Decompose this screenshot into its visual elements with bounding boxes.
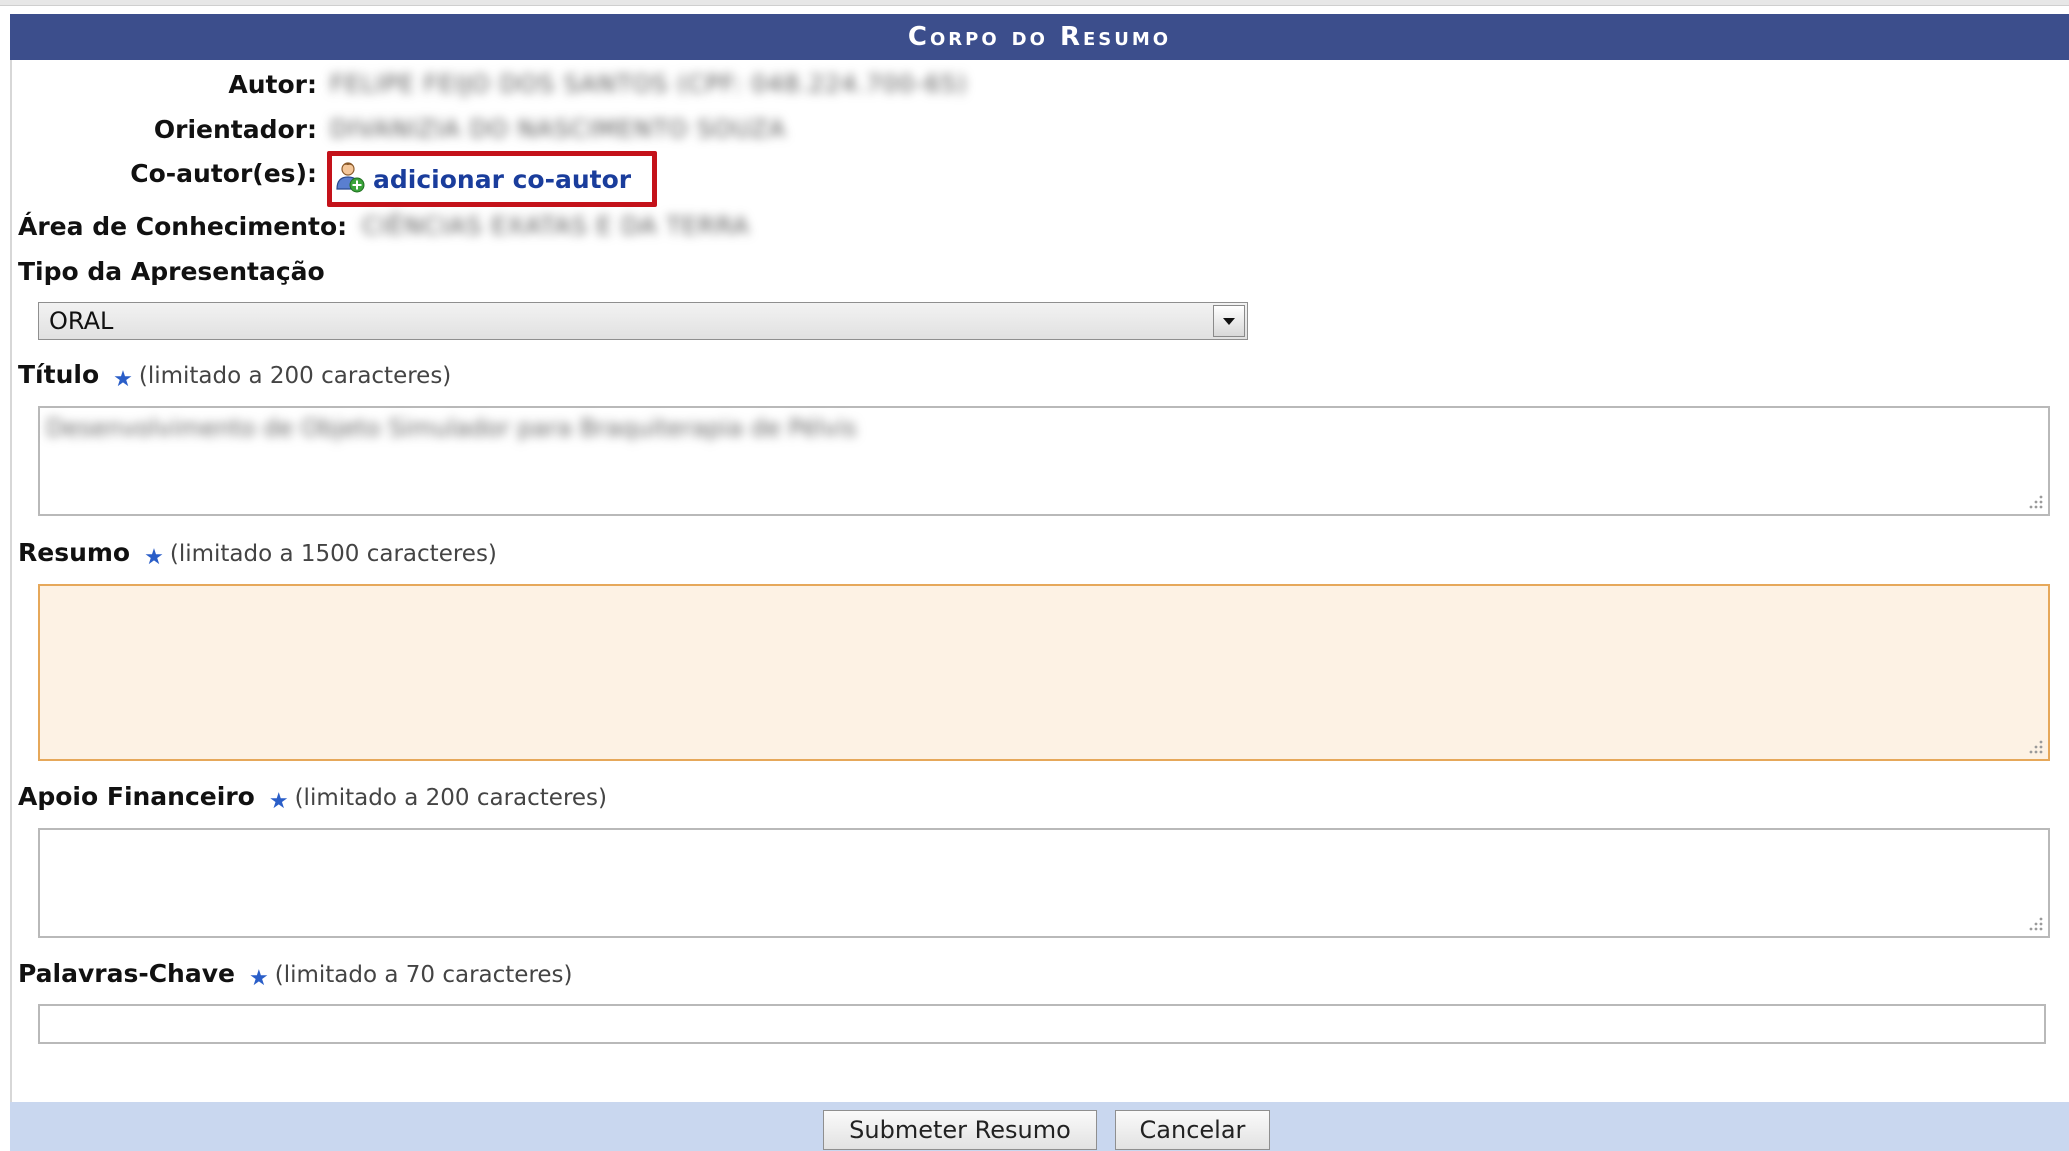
apoio-label: Apoio Financeiro xyxy=(18,782,255,811)
resize-grip-icon[interactable] xyxy=(2026,914,2044,932)
resize-grip-icon[interactable] xyxy=(2026,737,2044,755)
tipo-selected-value: ORAL xyxy=(49,307,114,335)
resumo-label: Resumo xyxy=(18,538,131,567)
tipo-label: Tipo da Apresentação xyxy=(18,257,325,286)
titulo-textarea[interactable]: Desenvolvimento de Objeto Simulador para… xyxy=(38,406,2050,516)
submit-button[interactable]: Submeter Resumo xyxy=(823,1110,1097,1150)
apoio-textarea[interactable] xyxy=(38,828,2050,938)
apoio-hint: (limitado a 200 caracteres) xyxy=(294,785,607,811)
star-icon: ★ xyxy=(248,966,269,991)
add-coauthor-text: adicionar co-autor xyxy=(373,164,632,194)
palavras-label-row: Palavras-Chave ★ (limitado a 70 caracteres… xyxy=(18,959,573,991)
resumo-label-row: Resumo ★ (limitado a 1500 caracteres) xyxy=(18,538,497,570)
orientador-label: Orientador: xyxy=(153,115,317,144)
cancel-button[interactable]: Cancelar xyxy=(1115,1110,1270,1150)
add-coauthor-link[interactable]: adicionar co-autor xyxy=(335,157,631,201)
orientador-value: DIVANIZIA DO NASCIMENTO SOUZA xyxy=(330,115,787,143)
star-icon: ★ xyxy=(268,789,289,814)
apoio-label-row: Apoio Financeiro ★ (limitado a 200 caracte… xyxy=(18,782,607,814)
tipo-select[interactable]: ORAL xyxy=(38,302,1248,340)
star-icon: ★ xyxy=(144,545,164,570)
palavras-label: Palavras-Chave xyxy=(18,959,235,988)
area-label: Área de Conhecimento: xyxy=(18,212,348,241)
palavras-hint: (limitado a 70 caracteres) xyxy=(274,962,573,988)
palavras-input[interactable] xyxy=(38,1004,2046,1044)
resize-grip-icon[interactable] xyxy=(2026,492,2044,510)
top-rule xyxy=(0,0,2069,6)
titulo-value: Desenvolvimento de Objeto Simulador para… xyxy=(46,414,857,442)
star-icon: ★ xyxy=(113,367,133,392)
titulo-hint: (limitado a 200 caracteres) xyxy=(138,363,452,389)
chevron-down-icon[interactable] xyxy=(1213,305,1245,337)
area-value: CIÊNCIAS EXATAS E DA TERRA xyxy=(362,212,750,240)
coautores-label: Co-autor(es): xyxy=(130,159,317,188)
resumo-hint: (limitado a 1500 caracteres) xyxy=(169,541,497,567)
form-caption: Corpo do Resumo xyxy=(10,14,2069,60)
titulo-label: Título xyxy=(18,360,100,389)
titulo-label-row: Título ★ (limitado a 200 caracteres) xyxy=(18,360,451,392)
resumo-textarea[interactable] xyxy=(38,584,2050,761)
user-add-icon xyxy=(335,161,365,197)
autor-label: Autor: xyxy=(228,70,317,99)
autor-value: FELIPE FEIJO DOS SANTOS (CPF: 048.224.70… xyxy=(330,70,968,98)
